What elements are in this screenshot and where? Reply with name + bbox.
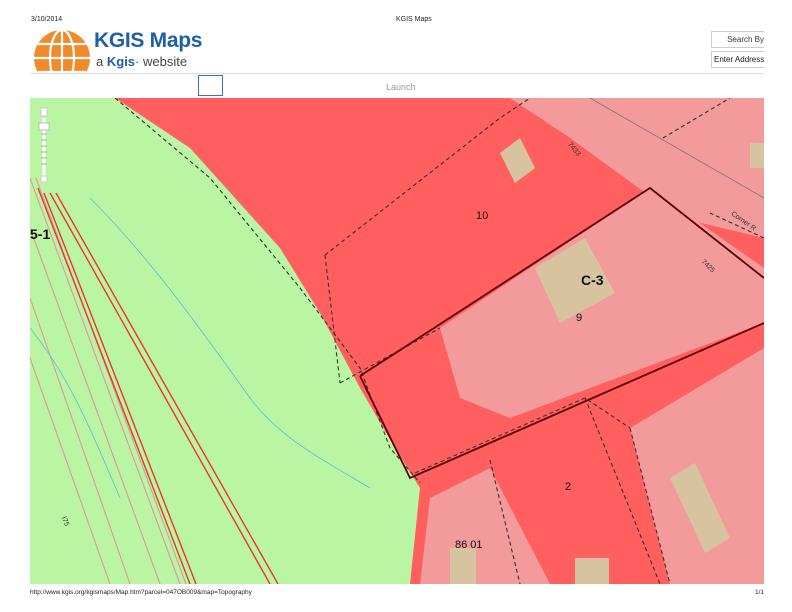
address-input[interactable]: Enter Address xyxy=(711,51,764,68)
print-page-number: 1/1 xyxy=(755,589,765,596)
parcel-label-10: 10 xyxy=(476,210,489,222)
launch-label[interactable]: Launch xyxy=(386,82,416,92)
globe-icon xyxy=(34,28,90,72)
search-by-dropdown[interactable]: Search By xyxy=(711,31,764,48)
kgis-logo[interactable]: KGIS Maps a Kgis· website xyxy=(32,28,232,74)
map-canvas[interactable] xyxy=(30,98,764,584)
logo-subtitle: a Kgis· website xyxy=(96,54,188,69)
parcel-label-9: 9 xyxy=(576,312,583,324)
print-date: 3/10/2014 xyxy=(31,16,63,23)
zoom-slider-icon xyxy=(38,107,50,182)
parcel-label-8601: 86 01 xyxy=(455,539,483,551)
launch-bar: Launch xyxy=(198,75,764,98)
print-url: http://www.kgis.org/kgismaps/Map.htm?par… xyxy=(30,589,252,596)
launch-checkbox[interactable] xyxy=(198,75,223,96)
header-divider xyxy=(30,73,764,74)
zone-label-c3: C-3 xyxy=(581,272,604,288)
parcel-label-2: 2 xyxy=(565,481,572,493)
print-title: KGIS Maps xyxy=(396,16,432,23)
logo-title: KGIS Maps xyxy=(94,29,203,52)
zoom-slider[interactable] xyxy=(38,106,50,182)
map-view[interactable]: 10 9 2 86 01 C-3 5-1 7433 7425 Corner R … xyxy=(30,98,764,584)
zone-label-a1: 5-1 xyxy=(30,226,51,242)
